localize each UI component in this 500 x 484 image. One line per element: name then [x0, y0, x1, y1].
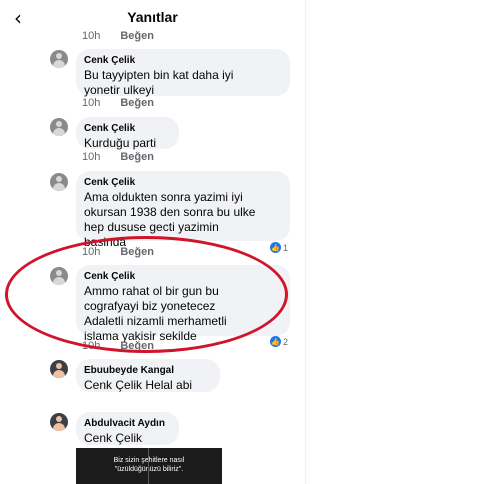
comment-text: Cenk Çelik Helal abi	[84, 378, 193, 392]
comment-text: Cenk Çelik	[84, 431, 143, 445]
comment-bubble: Cenk Çelik Ama oldukten sonra yazimi iyi…	[76, 171, 290, 249]
like-reaction-icon: 👍	[270, 336, 281, 347]
red-highlight-circle	[5, 236, 288, 353]
like-button[interactable]: Beğen	[120, 30, 154, 42]
comment-meta: 10h Beğen	[82, 151, 154, 163]
top-bar: ‹ Yanıtlar	[0, 0, 305, 34]
comment-author[interactable]: Cenk Çelik	[84, 177, 280, 188]
comment-meta: 10h Beğen	[82, 97, 154, 109]
chevron-left-icon[interactable]: ‹	[14, 6, 22, 30]
comment-time: 10h	[82, 151, 101, 163]
comment-time: 10h	[82, 30, 101, 42]
video-caption-overlay: Biz sizin şehitlere nasıl "üzüldüğünüzü …	[76, 448, 222, 484]
avatar-icon[interactable]	[50, 118, 68, 136]
reaction-number: 1	[283, 242, 289, 253]
previous-comment-meta: 10h Beğen	[82, 30, 154, 42]
comment-time: 10h	[82, 97, 101, 109]
replies-screen: ‹ Yanıtlar 10h Beğen Cenk Çelik Bu tayyi…	[0, 0, 306, 484]
avatar-icon[interactable]	[50, 173, 68, 191]
comment-text: Kurduğu parti	[84, 136, 157, 150]
comment-author[interactable]: Ebuubeyde Kangal	[84, 365, 210, 376]
comment-author[interactable]: Cenk Çelik	[84, 55, 280, 66]
comment-author[interactable]: Abdulvacit Aydın	[84, 418, 169, 429]
reaction-number: 2	[283, 336, 289, 347]
video-divider	[148, 448, 149, 484]
comment-bubble: Ebuubeyde Kangal Cenk Çelik Helal abi	[76, 359, 220, 392]
like-button[interactable]: Beğen	[120, 97, 154, 109]
like-button[interactable]: Beğen	[120, 151, 154, 163]
caption-line-1: Biz sizin şehitlere nasıl	[113, 457, 185, 464]
reaction-count[interactable]: 👍 1	[270, 242, 288, 253]
reaction-count[interactable]: 👍 2	[270, 336, 288, 347]
like-reaction-icon: 👍	[270, 242, 281, 253]
comment-bubble: Abdulvacit Aydın Cenk Çelik	[76, 412, 179, 445]
page-title: Yanıtlar	[127, 9, 178, 25]
avatar-icon[interactable]	[50, 413, 68, 431]
comment-bubble: Cenk Çelik Kurduğu parti	[76, 117, 179, 150]
avatar-icon[interactable]	[50, 50, 68, 68]
caption-line-2: "üzüldüğünüzü biliriz".	[114, 466, 184, 473]
avatar-icon[interactable]	[50, 360, 68, 378]
comment-bubble: Cenk Çelik Bu tayyipten bin kat daha iyi…	[76, 49, 290, 97]
comment-author[interactable]: Cenk Çelik	[84, 123, 169, 134]
comment-text: Bu tayyipten bin kat daha iyi yonetir ul…	[84, 68, 234, 97]
